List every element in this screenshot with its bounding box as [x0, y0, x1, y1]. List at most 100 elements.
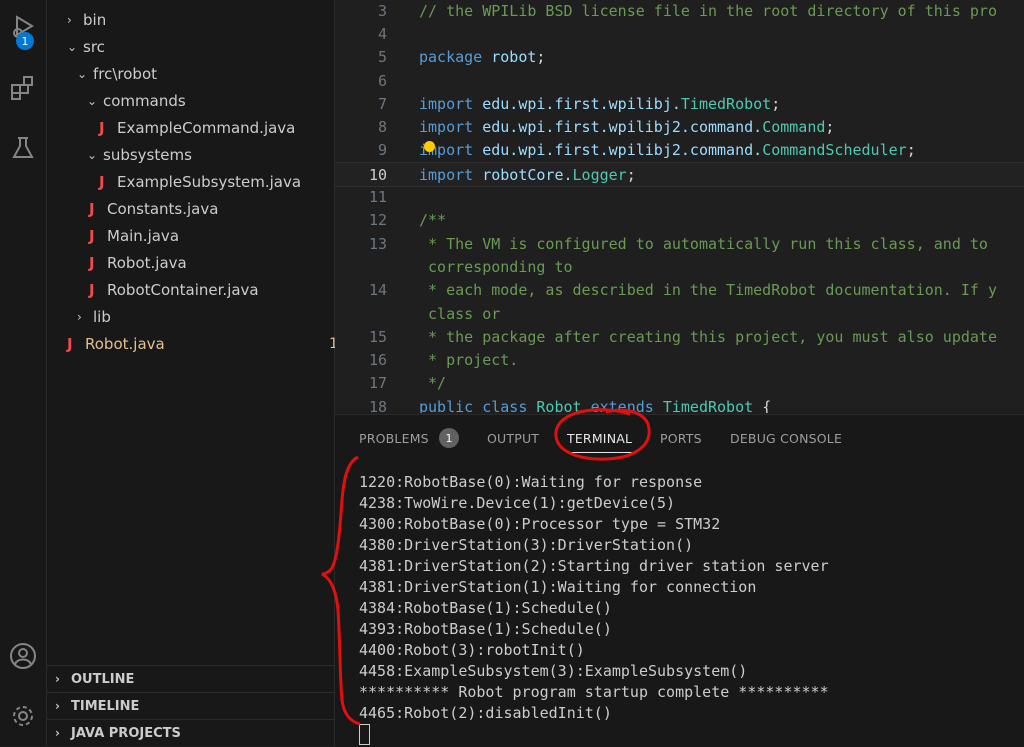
section-java-projects[interactable]: › JAVA PROJECTS	[47, 719, 334, 746]
java-file-icon: J	[99, 118, 105, 137]
tree-item-label: Main.java	[107, 226, 180, 245]
code-text: * each mode, as described in the TimedRo…	[419, 281, 997, 299]
code-token: robotCore.	[482, 165, 573, 184]
code-token: ;	[536, 48, 546, 67]
line-number: 13	[368, 234, 387, 253]
tree-folder-frc-robot[interactable]: ⌄ frc\robot	[47, 60, 364, 87]
code-line[interactable]: 9 import edu.wpi.first.wpilibj2.command.C…	[335, 139, 1024, 162]
code-token: import	[419, 118, 483, 137]
tab-ports[interactable]: PORTS	[660, 431, 702, 446]
tree-item-label: lib	[93, 307, 111, 326]
bottom-panel: PROBLEMS 1 OUTPUT TERMINAL PORTS DEBUG C…	[335, 414, 1024, 747]
tree-file-robot-container[interactable]: J RobotContainer.java	[47, 276, 376, 303]
tree-file-constants[interactable]: J Constants.java	[47, 195, 376, 222]
code-line[interactable]: 14 * each mode, as described in the Time…	[335, 279, 1024, 302]
testing-icon[interactable]	[0, 128, 46, 168]
section-timeline[interactable]: › TIMELINE	[47, 692, 334, 719]
code-token: package	[419, 48, 492, 67]
tab-problems[interactable]: PROBLEMS	[359, 431, 429, 446]
code-line[interactable]: corresponding to	[335, 255, 1024, 278]
code-line[interactable]: class or	[335, 302, 1024, 325]
code-line[interactable]: 11	[335, 185, 1024, 208]
code-token: ;	[771, 94, 781, 113]
code-token: import	[419, 165, 483, 184]
line-number: 10	[368, 165, 387, 184]
lightbulb-icon[interactable]	[424, 141, 435, 152]
tree-folder-bin[interactable]: › bin	[47, 6, 354, 33]
section-label: JAVA PROJECTS	[71, 725, 181, 741]
java-file-icon: J	[89, 226, 95, 245]
terminal-line: 4400:Robot(3):robotInit()	[359, 641, 585, 659]
code-text: public class Robot extends TimedRobot {	[419, 398, 771, 413]
terminal-line: ********** Robot program startup complet…	[359, 683, 829, 701]
code-line[interactable]: 12 /**	[335, 209, 1024, 232]
chevron-right-icon: ›	[67, 12, 72, 27]
code-token: robot	[491, 48, 537, 67]
code-line[interactable]: 5 package robot;	[335, 46, 1024, 69]
code-line[interactable]: 4	[335, 22, 1024, 45]
code-text: import robotCore.Logger;	[419, 166, 636, 184]
tree-item-label: src	[83, 37, 105, 56]
code-token: {	[762, 397, 772, 413]
code-text: import edu.wpi.first.wpilibj.TimedRobot;	[419, 95, 780, 113]
code-token: class or	[419, 304, 501, 323]
tree-file-robot[interactable]: J Robot.java	[47, 249, 376, 276]
code-token: Command	[762, 118, 826, 137]
chevron-down-icon: ⌄	[67, 39, 78, 54]
code-text: * The VM is configured to automatically …	[419, 235, 988, 253]
tab-output[interactable]: OUTPUT	[487, 431, 539, 446]
terminal-line: 4300:RobotBase(0):Processor type = STM32	[359, 515, 721, 533]
code-line[interactable]: 17 */	[335, 372, 1024, 395]
section-outline[interactable]: › OUTLINE	[47, 665, 334, 692]
tree-folder-lib[interactable]: › lib	[47, 303, 364, 330]
code-line[interactable]: 18 public class Robot extends TimedRobot …	[335, 395, 1024, 413]
code-line[interactable]: 7 import edu.wpi.first.wpilibj.TimedRobot…	[335, 92, 1024, 115]
code-line[interactable]: 15 * the package after creating this pro…	[335, 325, 1024, 348]
tree-item-label: ExampleCommand.java	[117, 118, 296, 137]
settings-gear-icon[interactable]	[0, 696, 46, 736]
terminal-line: 4458:ExampleSubsystem(3):ExampleSubsyste…	[359, 662, 748, 680]
tree-file-robot-root[interactable]: J Robot.java 1	[47, 330, 354, 357]
code-token: edu.wpi.first.wpilibj2.command.	[482, 118, 763, 137]
code-token: Robot	[536, 397, 591, 413]
tree-folder-src[interactable]: ⌄ src	[47, 33, 354, 60]
code-text: import edu.wpi.first.wpilibj2.command.Co…	[419, 141, 916, 159]
extensions-icon[interactable]	[0, 68, 46, 108]
code-line[interactable]: 8 import edu.wpi.first.wpilibj2.command.C…	[335, 116, 1024, 139]
section-label: OUTLINE	[71, 671, 135, 687]
line-number: 16	[368, 351, 387, 370]
code-line[interactable]: 13 * The VM is configured to automatical…	[335, 232, 1024, 255]
tree-file-main[interactable]: J Main.java	[47, 222, 376, 249]
code-token: * each mode, as described in the TimedRo…	[419, 281, 997, 300]
activity-bar: 1	[0, 0, 47, 746]
chevron-right-icon: ›	[55, 699, 60, 713]
code-line[interactable]: 6	[335, 69, 1024, 92]
line-number: 14	[368, 281, 387, 300]
code-token: edu.wpi.first.wpilibj2.command.	[482, 141, 763, 160]
code-editor[interactable]: 3 // the WPILib BSD license file in the r…	[335, 0, 1024, 413]
account-icon[interactable]	[0, 636, 46, 676]
tab-debug-console[interactable]: DEBUG CONSOLE	[730, 431, 842, 446]
terminal-line: 1220:RobotBase(0):Waiting for response	[359, 473, 703, 491]
terminal-cursor	[359, 724, 370, 745]
chevron-right-icon: ›	[55, 726, 60, 740]
code-text: /**	[419, 211, 446, 229]
section-label: TIMELINE	[71, 698, 140, 714]
tree-folder-commands[interactable]: ⌄ commands	[47, 87, 374, 114]
code-text: // the WPILib BSD license file in the ro…	[419, 2, 997, 20]
tab-terminal[interactable]: TERMINAL	[567, 431, 633, 453]
code-line[interactable]: 16 * project.	[335, 349, 1024, 372]
code-line[interactable]: 10 import robotCore.Logger;	[335, 162, 1024, 188]
tree-item-label: RobotContainer.java	[107, 280, 259, 299]
code-token: ;	[906, 141, 916, 160]
code-line[interactable]: 3 // the WPILib BSD license file in the r…	[335, 0, 1024, 22]
code-token: ;	[626, 165, 636, 184]
line-number: 8	[377, 118, 387, 137]
code-token: Logger	[572, 165, 627, 184]
tree-folder-subsystems[interactable]: ⌄ subsystems	[47, 141, 374, 168]
code-token: * project.	[419, 351, 519, 370]
code-text: package robot;	[419, 48, 545, 66]
code-token: // the WPILib BSD license file in the ro…	[419, 1, 997, 20]
line-number: 12	[368, 211, 387, 230]
java-file-icon: J	[99, 172, 105, 191]
